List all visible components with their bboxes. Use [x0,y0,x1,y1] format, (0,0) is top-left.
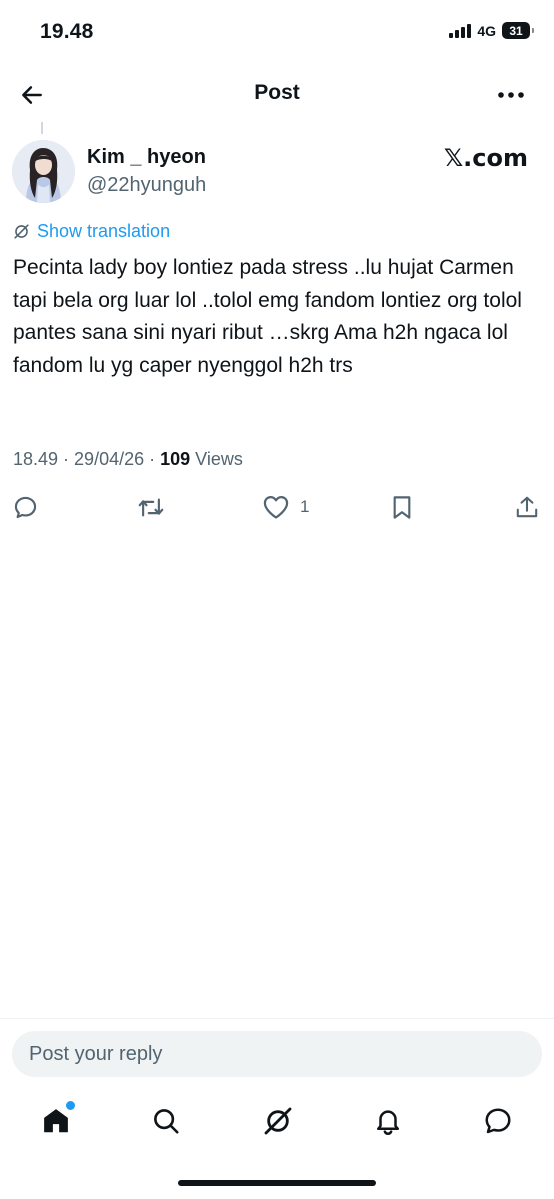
post-text: Pecinta lady boy lontiez pada stress ..l… [13,256,522,377]
thread-line [41,122,43,134]
bookmark-icon [393,496,411,519]
status-indicators: 4G 31 [449,22,534,39]
page-title: Post [254,81,300,104]
signal-icon [449,23,472,38]
messages-icon [485,1108,511,1134]
bookmark-button[interactable] [390,494,414,521]
meta-separator: · [58,449,75,469]
tab-grok[interactable] [262,1105,294,1137]
post-date[interactable]: 29/04/26 [74,449,144,469]
reply-placeholder: Post your reply [29,1043,163,1065]
tab-notifications[interactable] [372,1105,404,1137]
reply-button[interactable] [12,494,39,521]
tab-home[interactable] [40,1100,76,1137]
bell-icon [377,1110,399,1135]
home-indicator[interactable] [178,1180,376,1186]
views-label[interactable]: Views [190,449,243,469]
post-meta: 18.49 · 29/04/26 · 109 Views [13,449,243,470]
notification-dot [65,1100,76,1111]
more-icon [498,92,524,98]
avatar-image [12,140,75,203]
author-display-name[interactable]: Kim _ hyeon [87,146,206,169]
views-count[interactable]: 109 [160,449,190,469]
tab-search[interactable] [150,1105,182,1137]
status-bar: 19.48 4G 31 [0,0,554,66]
repost-button[interactable] [136,494,166,521]
heart-icon [263,495,289,519]
show-translation-link[interactable]: Show translation [12,221,170,242]
battery-icon: 31 [502,22,534,39]
x-logo-watermark: 𝕏.com [443,144,528,172]
share-icon [516,496,538,518]
status-time: 19.48 [40,20,94,43]
reply-input[interactable]: Post your reply [12,1031,542,1077]
repost-icon [138,498,164,517]
home-icon [44,1109,68,1133]
show-translation-label[interactable]: Show translation [37,221,170,242]
battery-level: 31 [509,23,523,38]
top-bar: Post [0,66,554,122]
share-button[interactable] [514,494,540,521]
grok-icon [264,1107,292,1135]
more-options-button[interactable] [494,79,528,111]
like-count: 1 [300,497,310,516]
divider [0,1018,554,1019]
search-icon [154,1109,179,1134]
tab-messages[interactable] [482,1105,514,1137]
post-time[interactable]: 18.49 [13,449,58,469]
like-button[interactable]: 1 [262,494,309,520]
translate-icon [14,224,29,239]
network-type: 4G [477,22,496,39]
avatar[interactable] [12,140,75,203]
reply-icon [14,496,37,519]
meta-separator: · [144,449,161,469]
post-actions: 1 [0,490,554,526]
author-handle[interactable]: @22hyunguh [87,174,206,197]
bottom-tab-bar [0,1093,554,1149]
